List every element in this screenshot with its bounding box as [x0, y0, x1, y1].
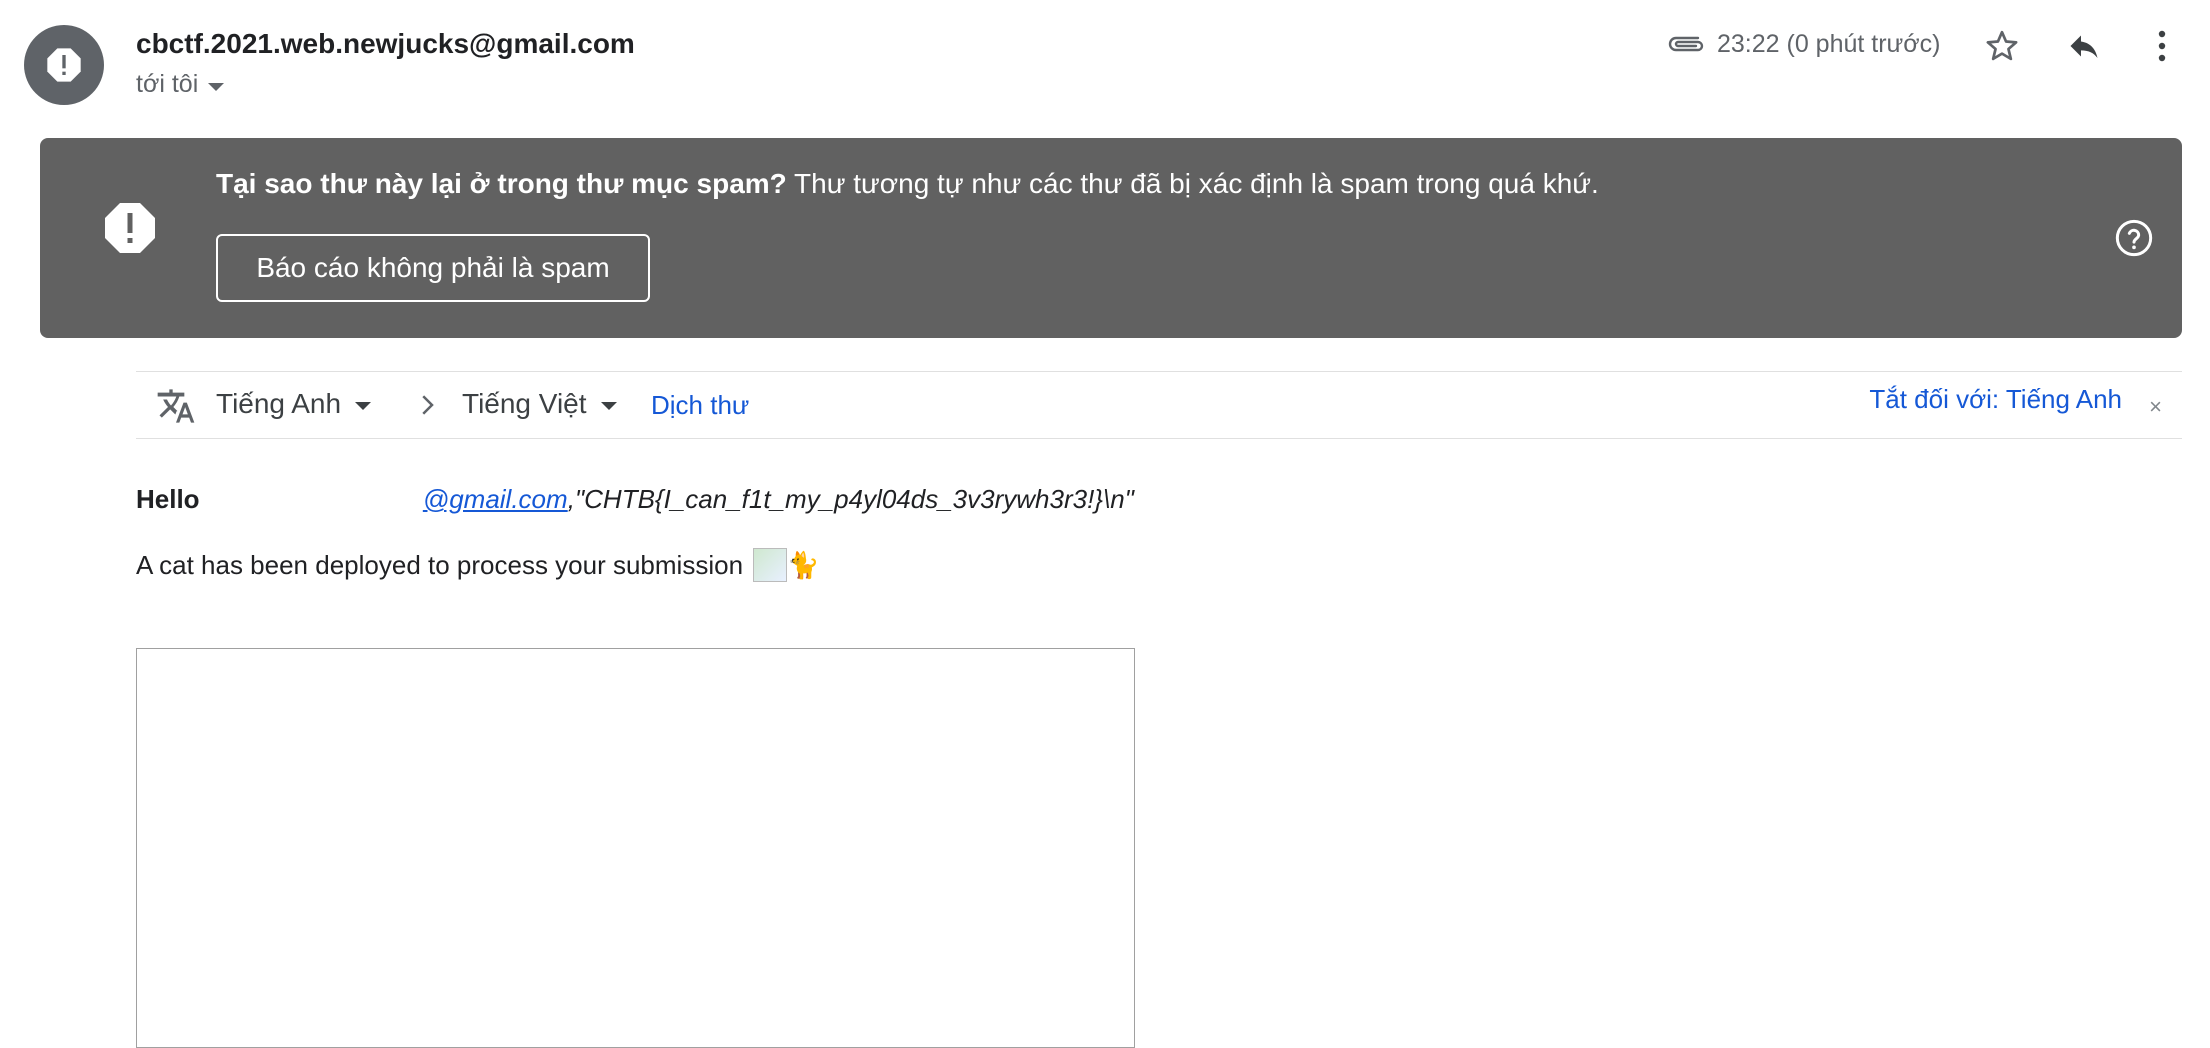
star-icon — [1986, 30, 2018, 61]
report-not-spam-button[interactable]: Báo cáo không phải là spam — [216, 234, 650, 302]
source-language-label: Tiếng Anh — [216, 388, 342, 419]
caret-down-icon — [208, 82, 225, 91]
target-language-dropdown[interactable]: Tiếng Việt — [462, 388, 617, 420]
greeting-line: Hello @gmail.com,"CHTB{I_can_f1t_my_p4yl… — [136, 484, 1134, 515]
warning-icon — [47, 48, 81, 82]
star-button[interactable] — [1980, 24, 2024, 68]
more-vert-icon — [2158, 30, 2166, 62]
embedded-frame — [136, 648, 1135, 1048]
target-language-label: Tiếng Việt — [462, 388, 587, 419]
timestamp: 23:22 (0 phút trước) — [1717, 30, 1941, 58]
help-button[interactable] — [2114, 218, 2154, 258]
source-language-dropdown[interactable]: Tiếng Anh — [216, 388, 372, 420]
greeting-hello: Hello — [136, 484, 200, 514]
reply-button[interactable] — [2060, 24, 2108, 68]
broken-image-icon — [753, 548, 788, 582]
sender-email: cbctf.2021.web.newjucks@gmail.com — [136, 28, 635, 59]
caret-down-icon — [355, 402, 372, 410]
spam-question: Tại sao thư này lại ở trong thư mục spam… — [216, 168, 787, 199]
cat-line: A cat has been deployed to process your … — [136, 548, 819, 582]
spam-banner: Tại sao thư này lại ở trong thư mục spam… — [40, 138, 2182, 338]
cat-emoji: 🐈 — [787, 549, 820, 580]
translate-message-link[interactable]: Dịch thư — [651, 390, 749, 421]
translate-icon — [156, 386, 196, 426]
recipient-dropdown[interactable]: tới tôi — [136, 70, 225, 99]
close-icon[interactable]: × — [2149, 394, 2162, 420]
email-link[interactable]: @gmail.com — [423, 484, 568, 514]
paperclip-icon — [1666, 32, 1706, 56]
sender-avatar[interactable] — [24, 25, 104, 105]
caret-down-icon — [600, 402, 617, 410]
spam-reason: Thư tương tự như các thư đã bị xác định … — [786, 168, 1599, 199]
help-circle-icon — [2115, 219, 2153, 257]
turn-off-translate-link[interactable]: Tắt đối với: Tiếng Anh — [1869, 384, 2122, 415]
warning-icon — [100, 198, 160, 258]
reply-icon — [2070, 35, 2098, 58]
cat-line-text: A cat has been deployed to process your … — [136, 549, 744, 580]
more-options-button[interactable] — [2150, 24, 2174, 68]
payload-text: ,"CHTB{I_can_f1t_my_p4yl04ds_3v3rywh3r3!… — [567, 484, 1134, 514]
chevron-right-icon — [412, 390, 442, 420]
translate-bar: Tiếng Anh Tiếng Việt Dịch thư Tắt đối vớ… — [136, 371, 2182, 439]
spam-explanation: Tại sao thư này lại ở trong thư mục spam… — [216, 168, 1599, 200]
recipient-label: tới tôi — [136, 70, 199, 98]
